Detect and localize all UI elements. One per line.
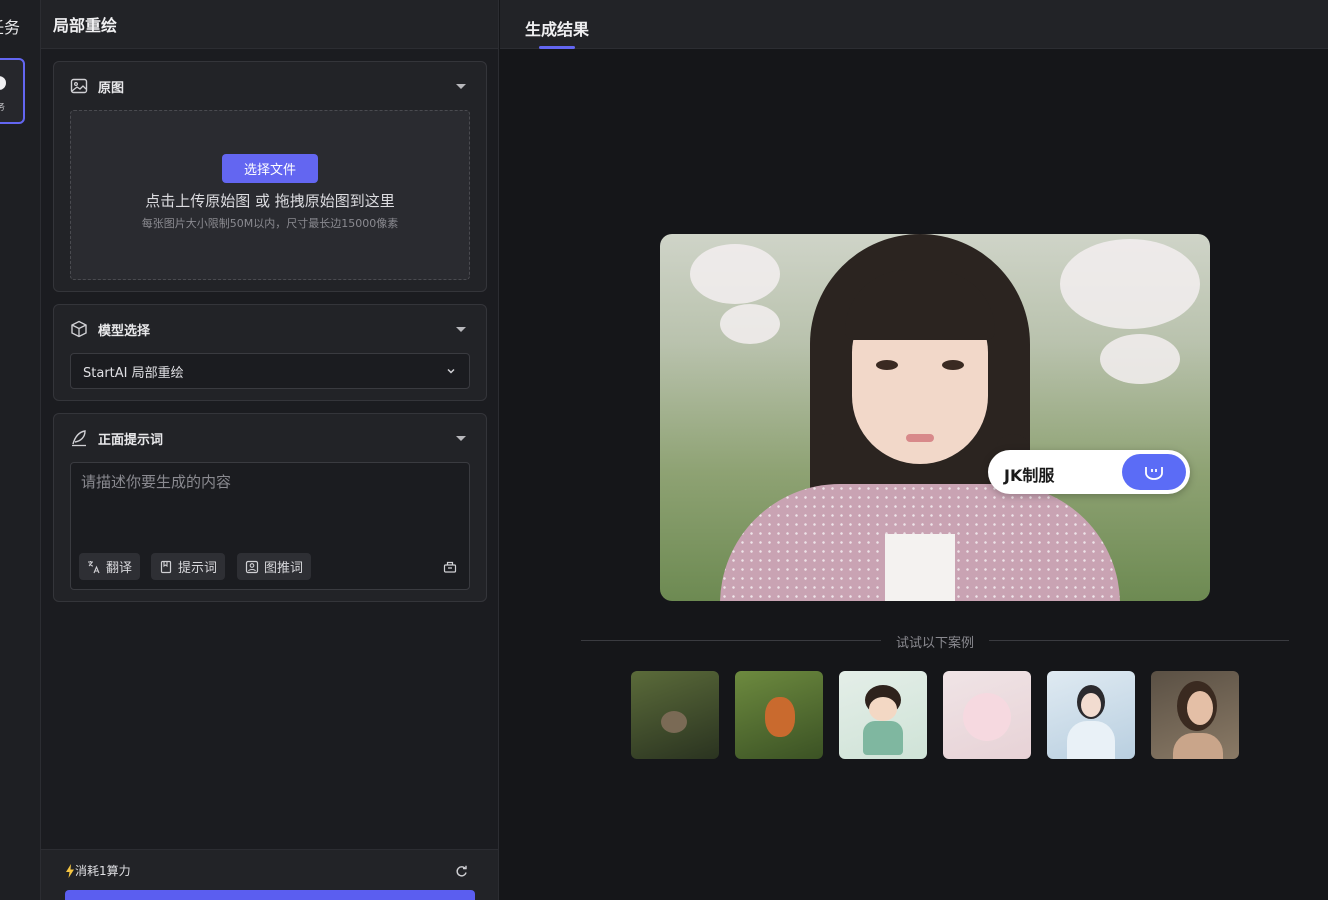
settings-panel: 局部重绘 原图 选择文件 点击上传原始图 或 拖拽原始图到这里 每张图片大小限制…: [41, 0, 499, 900]
original-image-label: 原图: [98, 80, 125, 96]
model-header[interactable]: 模型选择: [70, 319, 466, 339]
woman-shoulder-shape: [1173, 733, 1223, 759]
cube-icon: [70, 320, 88, 338]
choose-file-button[interactable]: 选择文件: [222, 154, 318, 183]
feather-icon: [70, 429, 88, 447]
original-image-header[interactable]: 原图: [70, 76, 466, 96]
image-prompt-icon: [245, 560, 259, 573]
panel-header: 局部重绘: [41, 0, 498, 49]
model-label: 模型选择: [98, 323, 151, 339]
princess-face-shape: [869, 697, 897, 721]
blossom-shape: [1060, 239, 1200, 329]
cursor-hand-button[interactable]: [1122, 454, 1186, 490]
example-squirrel[interactable]: [631, 671, 719, 759]
generate-button[interactable]: [65, 890, 475, 900]
examples-label: 试试以下案例: [895, 636, 974, 651]
image-to-prompt-label: 图推词: [264, 561, 304, 576]
app-root: 任务 务 局部重绘 原图 选择文件 点击上传原始图 或 拖拽原始图到这里 每张图…: [0, 0, 1328, 900]
task-avatar-icon: [0, 76, 6, 90]
example-fox[interactable]: [735, 671, 823, 759]
rail-title: 任务: [0, 18, 21, 37]
squirrel-shape: [661, 711, 687, 733]
prompt-input[interactable]: [81, 471, 461, 541]
smile-icon: [1145, 467, 1163, 480]
upload-limit-hint: 每张图片大小限制50M以内，尺寸最长边15000像素: [141, 217, 399, 230]
image-icon: [70, 77, 88, 95]
examples-divider: 试试以下案例: [581, 632, 1289, 651]
example-princess[interactable]: [839, 671, 927, 759]
blossom-shape: [720, 304, 780, 344]
upload-hint: 点击上传原始图 或 拖拽原始图到这里: [145, 192, 395, 210]
original-image-section: 原图 选择文件 点击上传原始图 或 拖拽原始图到这里 每张图片大小限制50M以内…: [53, 61, 487, 292]
girl-robe-shape: [1067, 721, 1115, 759]
collar-shape: [885, 534, 955, 601]
eye-left: [876, 360, 898, 370]
book-icon: [160, 560, 172, 573]
cost-label: 消耗1算力: [75, 864, 131, 878]
prompt-header[interactable]: 正面提示词: [70, 428, 466, 448]
model-select[interactable]: StartAI 局部重绘: [70, 353, 470, 389]
prompt-section: 正面提示词 翻译 提示词 图推词: [53, 413, 487, 602]
chevron-down-icon: [447, 368, 455, 374]
left-rail: 任务 务: [0, 0, 41, 900]
lips-shape: [906, 434, 934, 442]
example-hanfu-girl[interactable]: [1047, 671, 1135, 759]
clear-icon[interactable]: [443, 559, 457, 578]
fox-shape: [765, 697, 795, 737]
panel-title: 局部重绘: [53, 16, 118, 35]
prompt-words-label: 提示词: [178, 561, 218, 576]
eye-right: [942, 360, 964, 370]
prompt-words-button[interactable]: 提示词: [151, 553, 226, 580]
task-card[interactable]: 务: [0, 58, 25, 124]
prompt-label: 正面提示词: [98, 432, 164, 448]
result-area: 生成结果 JK制服 试试以下案例: [500, 0, 1328, 900]
model-select-value: StartAI 局部重绘: [83, 365, 184, 381]
result-image: JK制服: [660, 234, 1210, 601]
collapse-caret-icon[interactable]: [456, 435, 466, 441]
cat-shape: [963, 693, 1011, 741]
examples-list: [631, 671, 1239, 759]
collapse-caret-icon[interactable]: [456, 83, 466, 89]
woman-face-shape: [1187, 691, 1213, 725]
image-to-prompt-button[interactable]: 图推词: [237, 553, 312, 580]
princess-dress-shape: [863, 721, 903, 755]
prompt-box: 翻译 提示词 图推词: [70, 462, 470, 590]
lightning-icon: [66, 863, 74, 878]
translate-icon: [88, 560, 100, 573]
refresh-icon[interactable]: [455, 863, 468, 882]
blossom-shape: [690, 244, 780, 304]
translate-button[interactable]: 翻译: [79, 553, 141, 580]
girl-face-shape: [1081, 693, 1101, 717]
translate-label: 翻译: [106, 561, 133, 576]
upload-dropzone[interactable]: 选择文件 点击上传原始图 或 拖拽原始图到这里 每张图片大小限制50M以内，尺寸…: [70, 110, 470, 280]
model-section: 模型选择 StartAI 局部重绘: [53, 304, 487, 401]
tab-active-indicator: [539, 46, 575, 49]
task-card-label: 务: [0, 100, 5, 113]
panel-footer: 消耗1算力: [41, 849, 498, 900]
example-cat[interactable]: [943, 671, 1031, 759]
result-header: 生成结果: [500, 0, 1328, 49]
cost-indicator: 消耗1算力: [65, 862, 131, 879]
collapse-caret-icon[interactable]: [456, 326, 466, 332]
mask-tag-pill: JK制服: [988, 450, 1190, 494]
blossom-shape: [1100, 334, 1180, 384]
example-portrait-woman[interactable]: [1151, 671, 1239, 759]
tab-results[interactable]: 生成结果: [525, 16, 589, 40]
mask-tag-text: JK制服: [1004, 466, 1055, 485]
